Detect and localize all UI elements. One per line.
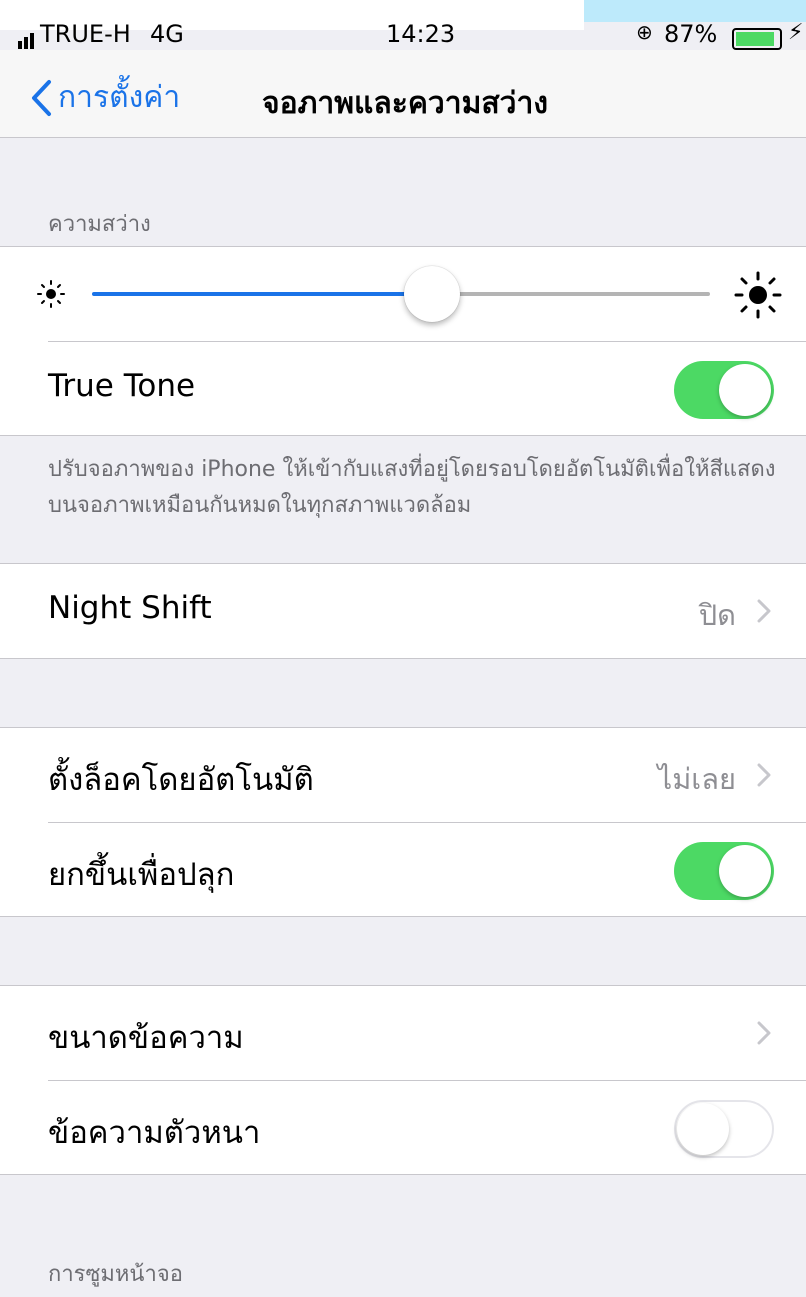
signal-bars-icon (18, 30, 36, 49)
chevron-left-icon (32, 79, 51, 116)
back-button[interactable]: การตั้งค่า (30, 74, 180, 121)
toggle-knob (677, 1103, 729, 1155)
raise-to-wake-label: ยกขึ้นเพื่อปลุก (48, 857, 235, 893)
night-shift-group: Night Shift ปิด (0, 563, 806, 659)
true-tone-description: ปรับจอภาพของ iPhone ให้เข้ากับแสงที่อยู่… (48, 457, 776, 518)
text-size-row[interactable]: ขนาดข้อความ (0, 986, 806, 1080)
top-highlight-strip (584, 0, 806, 22)
text-group: ขนาดข้อความ ข้อความตัวหนา (0, 985, 806, 1175)
sun-small-icon (37, 280, 65, 308)
bold-text-label: ข้อความตัวหนา (48, 1115, 261, 1151)
sun-large-icon (734, 271, 782, 319)
night-shift-label: Night Shift (48, 590, 212, 626)
raise-to-wake-row: ยกขึ้นเพื่อปลุก (0, 823, 806, 917)
bold-text-row: ข้อความตัวหนา (0, 1081, 806, 1175)
orientation-lock-icon: ⊕ (636, 22, 653, 44)
brightness-slider-track[interactable] (431, 292, 710, 296)
bold-text-toggle[interactable] (674, 1100, 774, 1158)
brightness-slider-row (0, 247, 806, 341)
charging-bolt-icon: ⚡ (788, 22, 804, 45)
true-tone-toggle[interactable] (674, 361, 774, 419)
brightness-slider-fill (92, 292, 432, 296)
brightness-truetone-group: True Tone (0, 246, 806, 436)
network-label: 4G (150, 22, 184, 48)
navigation-bar: การตั้งค่า จอภาพและความสว่าง (0, 50, 806, 138)
lock-wake-group: ตั้งล็อคโดยอัตโนมัติ ไม่เลย ยกขึ้นเพื่อป… (0, 727, 806, 917)
battery-icon (732, 28, 782, 50)
auto-lock-row[interactable]: ตั้งล็อคโดยอัตโนมัติ ไม่เลย (0, 728, 806, 822)
text-size-label: ขนาดข้อความ (48, 1020, 244, 1056)
page-title: จอภาพและความสว่าง (262, 86, 549, 121)
display-zoom-section-header: การซูมหน้าจอ (48, 1262, 183, 1287)
brightness-slider-thumb[interactable] (403, 266, 460, 322)
chevron-right-icon (757, 763, 771, 787)
back-button-label: การตั้งค่า (58, 80, 181, 115)
chevron-right-icon (757, 1021, 771, 1045)
toggle-knob (719, 845, 771, 897)
brightness-section-header: ความสว่าง (48, 212, 151, 237)
night-shift-row[interactable]: Night Shift ปิด (0, 564, 806, 658)
true-tone-label: True Tone (48, 368, 196, 404)
night-shift-value: ปิด (698, 598, 736, 632)
toggle-knob (719, 364, 771, 416)
auto-lock-label: ตั้งล็อคโดยอัตโนมัติ (48, 762, 314, 798)
battery-percent: 87% (664, 22, 718, 48)
carrier-label: TRUE-H (40, 22, 131, 48)
raise-to-wake-toggle[interactable] (674, 842, 774, 900)
status-time: 14:23 (386, 22, 456, 48)
chevron-right-icon (757, 599, 771, 623)
status-bar: TRUE-H 4G 14:23 ⊕ 87% ⚡ (0, 22, 806, 50)
true-tone-row: True Tone (0, 342, 806, 436)
auto-lock-value: ไม่เลย (657, 762, 736, 796)
